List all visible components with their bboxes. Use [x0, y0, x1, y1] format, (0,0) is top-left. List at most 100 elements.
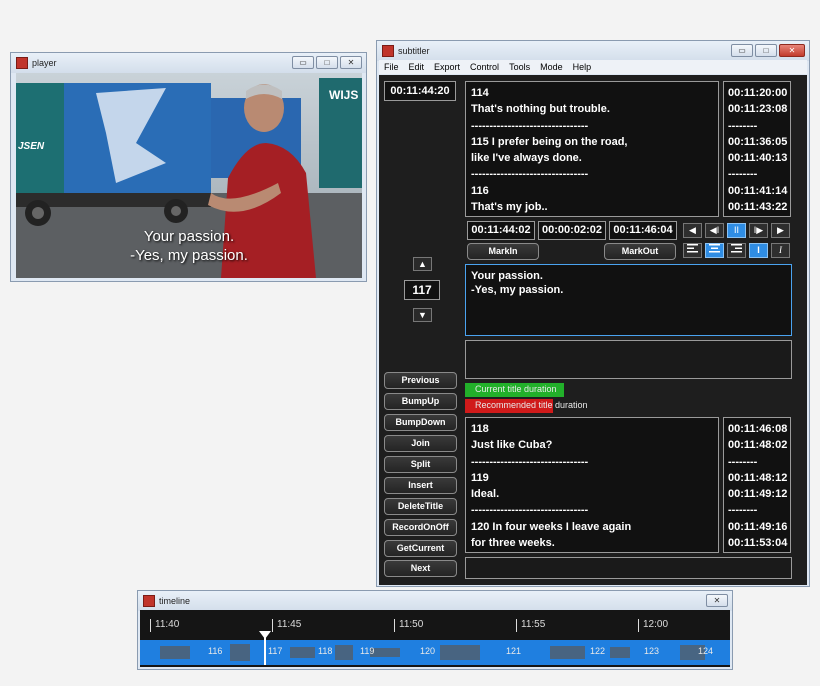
- next-timecode: --------: [728, 455, 758, 468]
- subtitler-title: subtitler: [398, 46, 430, 56]
- prev-timecode: 00:11:43:22: [728, 201, 788, 214]
- split-button[interactable]: Split: [384, 456, 457, 473]
- next-timecode: 00:11:53:04: [728, 537, 788, 550]
- maximize-button[interactable]: □: [316, 56, 338, 69]
- markout-time-field[interactable]: 00:11:46:04: [609, 221, 677, 240]
- prev-timecode: 00:11:36:05: [728, 135, 788, 148]
- markout-button[interactable]: MarkOut: [604, 243, 676, 260]
- segment-label[interactable]: 122: [590, 646, 605, 656]
- prev-timecode: 00:11:41:14: [728, 184, 788, 197]
- tick-label: 11:50: [394, 619, 423, 632]
- align-left-icon[interactable]: [683, 243, 702, 258]
- prev-line: 115 I prefer being on the road,: [471, 135, 628, 148]
- app-icon: [143, 595, 155, 607]
- video-frame[interactable]: Your passion. -Yes, my passion. JSEN WIJ…: [16, 73, 362, 278]
- previous-timecodes[interactable]: 00:11:20:00 00:11:23:08 -------- 00:11:3…: [723, 81, 791, 217]
- title-down-button[interactable]: ▼: [413, 308, 432, 322]
- menu-tools[interactable]: Tools: [504, 62, 535, 72]
- player-titlebar[interactable]: player ▭ □ ✕: [11, 53, 366, 73]
- close-button[interactable]: ✕: [706, 594, 728, 607]
- subtitler-body: 00:11:44:20 114 That's nothing but troub…: [379, 75, 807, 585]
- prev-line: 116: [471, 184, 489, 197]
- recordonoff-button[interactable]: RecordOnOff: [384, 519, 457, 536]
- close-button[interactable]: ✕: [340, 56, 362, 69]
- segment-label[interactable]: 116: [208, 646, 222, 656]
- minimize-button[interactable]: ▭: [731, 44, 753, 57]
- markin-time-field[interactable]: 00:11:44:02: [467, 221, 535, 240]
- menu-edit[interactable]: Edit: [404, 62, 430, 72]
- subtitler-titlebar[interactable]: subtitler ▭ □ ✕: [377, 41, 809, 61]
- title-number-field[interactable]: 117: [404, 280, 440, 300]
- markin-button[interactable]: MarkIn: [467, 243, 539, 260]
- recommended-duration-bar: Recommended title duration: [465, 399, 588, 413]
- previous-titles-text[interactable]: 114 That's nothing but trouble. --------…: [465, 81, 719, 217]
- insert-button[interactable]: Insert: [384, 477, 457, 494]
- bold-icon[interactable]: I: [749, 243, 768, 258]
- player-title: player: [32, 58, 57, 68]
- step-forward-icon[interactable]: I▶: [749, 223, 768, 238]
- close-button[interactable]: ✕: [779, 44, 805, 57]
- truck-sign-right: WIJS: [329, 88, 359, 102]
- bumpdown-button[interactable]: BumpDown: [384, 414, 457, 431]
- next-timecodes[interactable]: 00:11:46:08 00:11:48:02 -------- 00:11:4…: [723, 417, 791, 553]
- menu-mode[interactable]: Mode: [535, 62, 568, 72]
- timeline-titlebar[interactable]: timeline ✕: [138, 591, 732, 611]
- segment-label[interactable]: 117: [268, 646, 282, 656]
- minimize-button[interactable]: ▭: [292, 56, 314, 69]
- next-titles-text[interactable]: 118 Just like Cuba? --------------------…: [465, 417, 719, 553]
- current-time-field[interactable]: 00:11:44:20: [384, 81, 456, 101]
- prev-line: That's nothing but trouble.: [471, 103, 610, 116]
- skip-back-icon[interactable]: ◀: [683, 223, 702, 238]
- play-icon[interactable]: ▶: [771, 223, 790, 238]
- menu-help[interactable]: Help: [568, 62, 597, 72]
- segment-label[interactable]: 120: [420, 646, 435, 656]
- prev-line: 114: [471, 87, 489, 99]
- subtitle-line-1: Your passion.: [143, 228, 235, 245]
- pause-icon[interactable]: II: [727, 223, 746, 238]
- menu-control[interactable]: Control: [465, 62, 504, 72]
- maximize-button[interactable]: □: [755, 44, 777, 57]
- timeline-title: timeline: [159, 596, 191, 606]
- next-line: Ideal.: [471, 488, 500, 501]
- waveform-track[interactable]: 116 117 118 119 120 121 122 123 124: [140, 640, 730, 665]
- next-timecode: 00:11:49:12: [728, 488, 788, 501]
- deletetitle-button[interactable]: DeleteTitle: [384, 498, 457, 515]
- next-timecode: 00:11:46:08: [728, 423, 788, 435]
- join-button[interactable]: Join: [384, 435, 457, 452]
- segment-label[interactable]: 121: [506, 646, 521, 656]
- current-duration-bar: Current title duration: [465, 383, 625, 397]
- player-subtitle: Your passion. -Yes, my passion.: [16, 227, 362, 265]
- duration-field[interactable]: 00:00:02:02: [538, 221, 606, 240]
- title-up-button[interactable]: ▲: [413, 257, 432, 271]
- next-button[interactable]: Next: [384, 560, 457, 577]
- step-back-icon[interactable]: ◀I: [705, 223, 724, 238]
- menu-export[interactable]: Export: [429, 62, 465, 72]
- subtitler-window: subtitler ▭ □ ✕ File Edit Export Control…: [376, 40, 810, 587]
- prev-line: --------------------------------: [471, 119, 589, 132]
- prev-line: like I've always done.: [471, 152, 582, 165]
- segment-label[interactable]: 124: [698, 646, 713, 656]
- bumpup-button[interactable]: BumpUp: [384, 393, 457, 410]
- timeline-body[interactable]: 11:40 11:45 11:50 11:55 12:00 116 117 11…: [140, 610, 730, 667]
- align-center-icon[interactable]: [705, 243, 724, 258]
- align-right-icon[interactable]: [727, 243, 746, 258]
- segment-label[interactable]: 118: [318, 646, 332, 656]
- secondary-text-area[interactable]: [465, 340, 792, 379]
- bottom-input-field[interactable]: [465, 557, 792, 579]
- prev-timecode: --------: [728, 119, 758, 132]
- segment-label[interactable]: 119: [360, 646, 374, 656]
- menubar: File Edit Export Control Tools Mode Help: [379, 60, 807, 74]
- menu-file[interactable]: File: [379, 62, 404, 72]
- next-timecode: --------: [728, 504, 758, 517]
- previous-button[interactable]: Previous: [384, 372, 457, 389]
- playhead-marker-icon[interactable]: [259, 631, 271, 639]
- prev-timecode: 00:11:20:00: [728, 87, 788, 99]
- prev-timecode: --------: [728, 168, 758, 181]
- next-line: Just like Cuba?: [471, 439, 553, 452]
- italic-icon[interactable]: I: [771, 243, 790, 258]
- getcurrent-button[interactable]: GetCurrent: [384, 540, 457, 557]
- app-icon: [16, 57, 28, 69]
- segment-label[interactable]: 123: [644, 646, 659, 656]
- app-icon: [382, 45, 394, 57]
- subtitle-edit-area[interactable]: Your passion. -Yes, my passion.: [465, 264, 792, 336]
